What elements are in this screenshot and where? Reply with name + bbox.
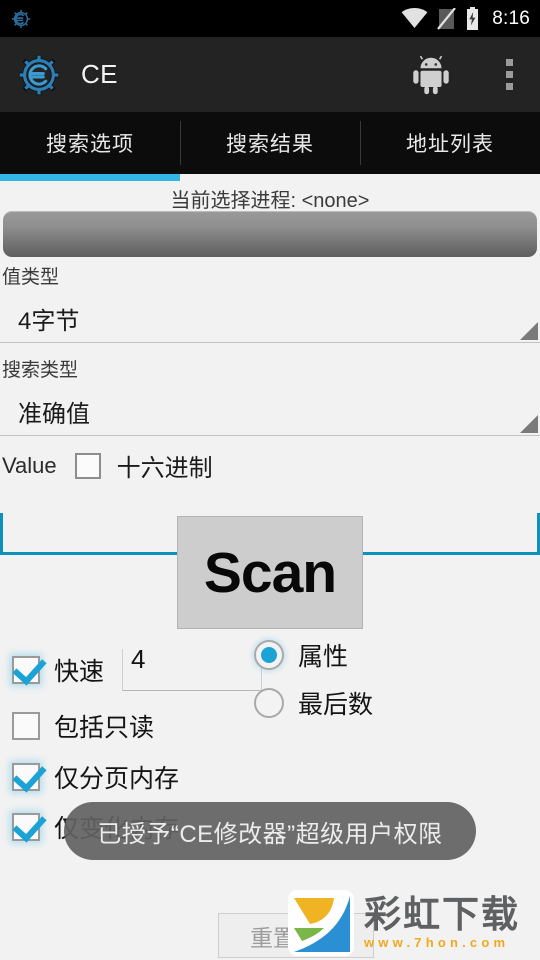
- radio-row-lastnumber[interactable]: 最后数: [254, 679, 373, 727]
- radio-attribute-label: 属性: [298, 643, 349, 671]
- status-clock: 8:16: [492, 7, 530, 29]
- fast-label: 快速: [54, 658, 105, 686]
- select-process-button[interactable]: [3, 211, 537, 257]
- action-bar: CE: [0, 37, 540, 112]
- watermark: 彩虹下载 www.7hon.com: [286, 886, 536, 960]
- current-process-label: 当前选择进程: <none>: [170, 190, 370, 212]
- option-row-paged: 仅分页内存: [0, 752, 540, 802]
- scan-button-wrap: Scan: [0, 516, 540, 629]
- search-type-value: 准确值: [18, 401, 90, 428]
- app-root: 8:16 CE 搜索选项 搜索结果 地址列表 当前选择进程: <none> 值类…: [0, 0, 540, 960]
- battery-charging-icon: [467, 7, 479, 30]
- wifi-icon: [401, 8, 428, 28]
- search-type-spinner[interactable]: 准确值: [0, 388, 540, 436]
- tab-search-options[interactable]: 搜索选项: [0, 112, 180, 174]
- radio-lastnumber[interactable]: [254, 688, 284, 718]
- chevron-down-icon: [520, 415, 538, 433]
- watermark-text: 彩虹下载 www.7hon.com: [364, 892, 520, 951]
- overflow-dot: [505, 83, 513, 90]
- tab-label: 搜索结果: [226, 133, 314, 156]
- chevron-down-icon: [520, 322, 538, 340]
- radio-row-attribute[interactable]: 属性: [254, 631, 373, 679]
- tab-label: 地址列表: [406, 133, 494, 156]
- value-type-spinner[interactable]: 4字节: [0, 295, 540, 343]
- hex-checkbox-label: 十六进制: [116, 455, 213, 482]
- value-type-value: 4字节: [18, 308, 80, 335]
- scan-button[interactable]: Scan: [177, 516, 363, 629]
- tab-selected-indicator: [0, 174, 180, 181]
- overflow-dot: [505, 71, 513, 78]
- option-row-fast: 快速 4 属性 最后数: [0, 640, 540, 719]
- watermark-name: 彩虹下载: [364, 892, 520, 936]
- search-type-label: 搜索类型: [2, 360, 79, 381]
- paged-memory-checkbox[interactable]: [12, 763, 40, 791]
- watermark-url: www.7hon.com: [364, 935, 510, 951]
- fast-value-input[interactable]: 4: [122, 644, 263, 691]
- toast-message: 已授予“CE修改器”超级用户权限: [64, 802, 476, 860]
- tab-address-list[interactable]: 地址列表: [360, 112, 540, 174]
- overflow-dot: [505, 59, 513, 66]
- tab-label: 搜索选项: [46, 133, 134, 156]
- radio-attribute[interactable]: [254, 640, 284, 670]
- form-gap: [0, 343, 540, 355]
- fast-checkbox[interactable]: [12, 656, 40, 684]
- status-notifications: [10, 8, 32, 30]
- value-type-label: 值类型: [2, 267, 60, 288]
- android-robot-icon[interactable]: [408, 52, 454, 98]
- status-icons: 8:16: [401, 7, 530, 30]
- value-field-label: Value: [2, 452, 57, 478]
- search-options-form: 值类型 4字节 搜索类型 准确值 Value 十六进制: [0, 262, 540, 555]
- rainbow-download-logo-icon: [288, 890, 354, 956]
- hex-checkbox[interactable]: [74, 452, 101, 479]
- overflow-menu-icon[interactable]: [494, 52, 524, 98]
- fast-value-text: 4: [131, 644, 146, 674]
- radio-lastnumber-label: 最后数: [298, 691, 374, 719]
- app-title: CE: [81, 59, 118, 89]
- ce-gear-icon: [11, 9, 31, 28]
- scan-mode-radio-group: 属性 最后数: [254, 631, 373, 727]
- dirty-memory-checkbox[interactable]: [12, 813, 40, 841]
- include-readonly-checkbox[interactable]: [12, 711, 40, 740]
- value-hex-row: Value 十六进制: [0, 448, 540, 483]
- tab-bar: 搜索选项 搜索结果 地址列表: [0, 112, 540, 174]
- paged-memory-label: 仅分页内存: [54, 765, 180, 793]
- ce-gear-logo[interactable]: [16, 52, 62, 98]
- status-bar: 8:16: [0, 0, 540, 37]
- no-sim-icon: [437, 7, 457, 30]
- include-readonly-label: 包括只读: [54, 713, 155, 742]
- tab-search-results[interactable]: 搜索结果: [180, 112, 360, 174]
